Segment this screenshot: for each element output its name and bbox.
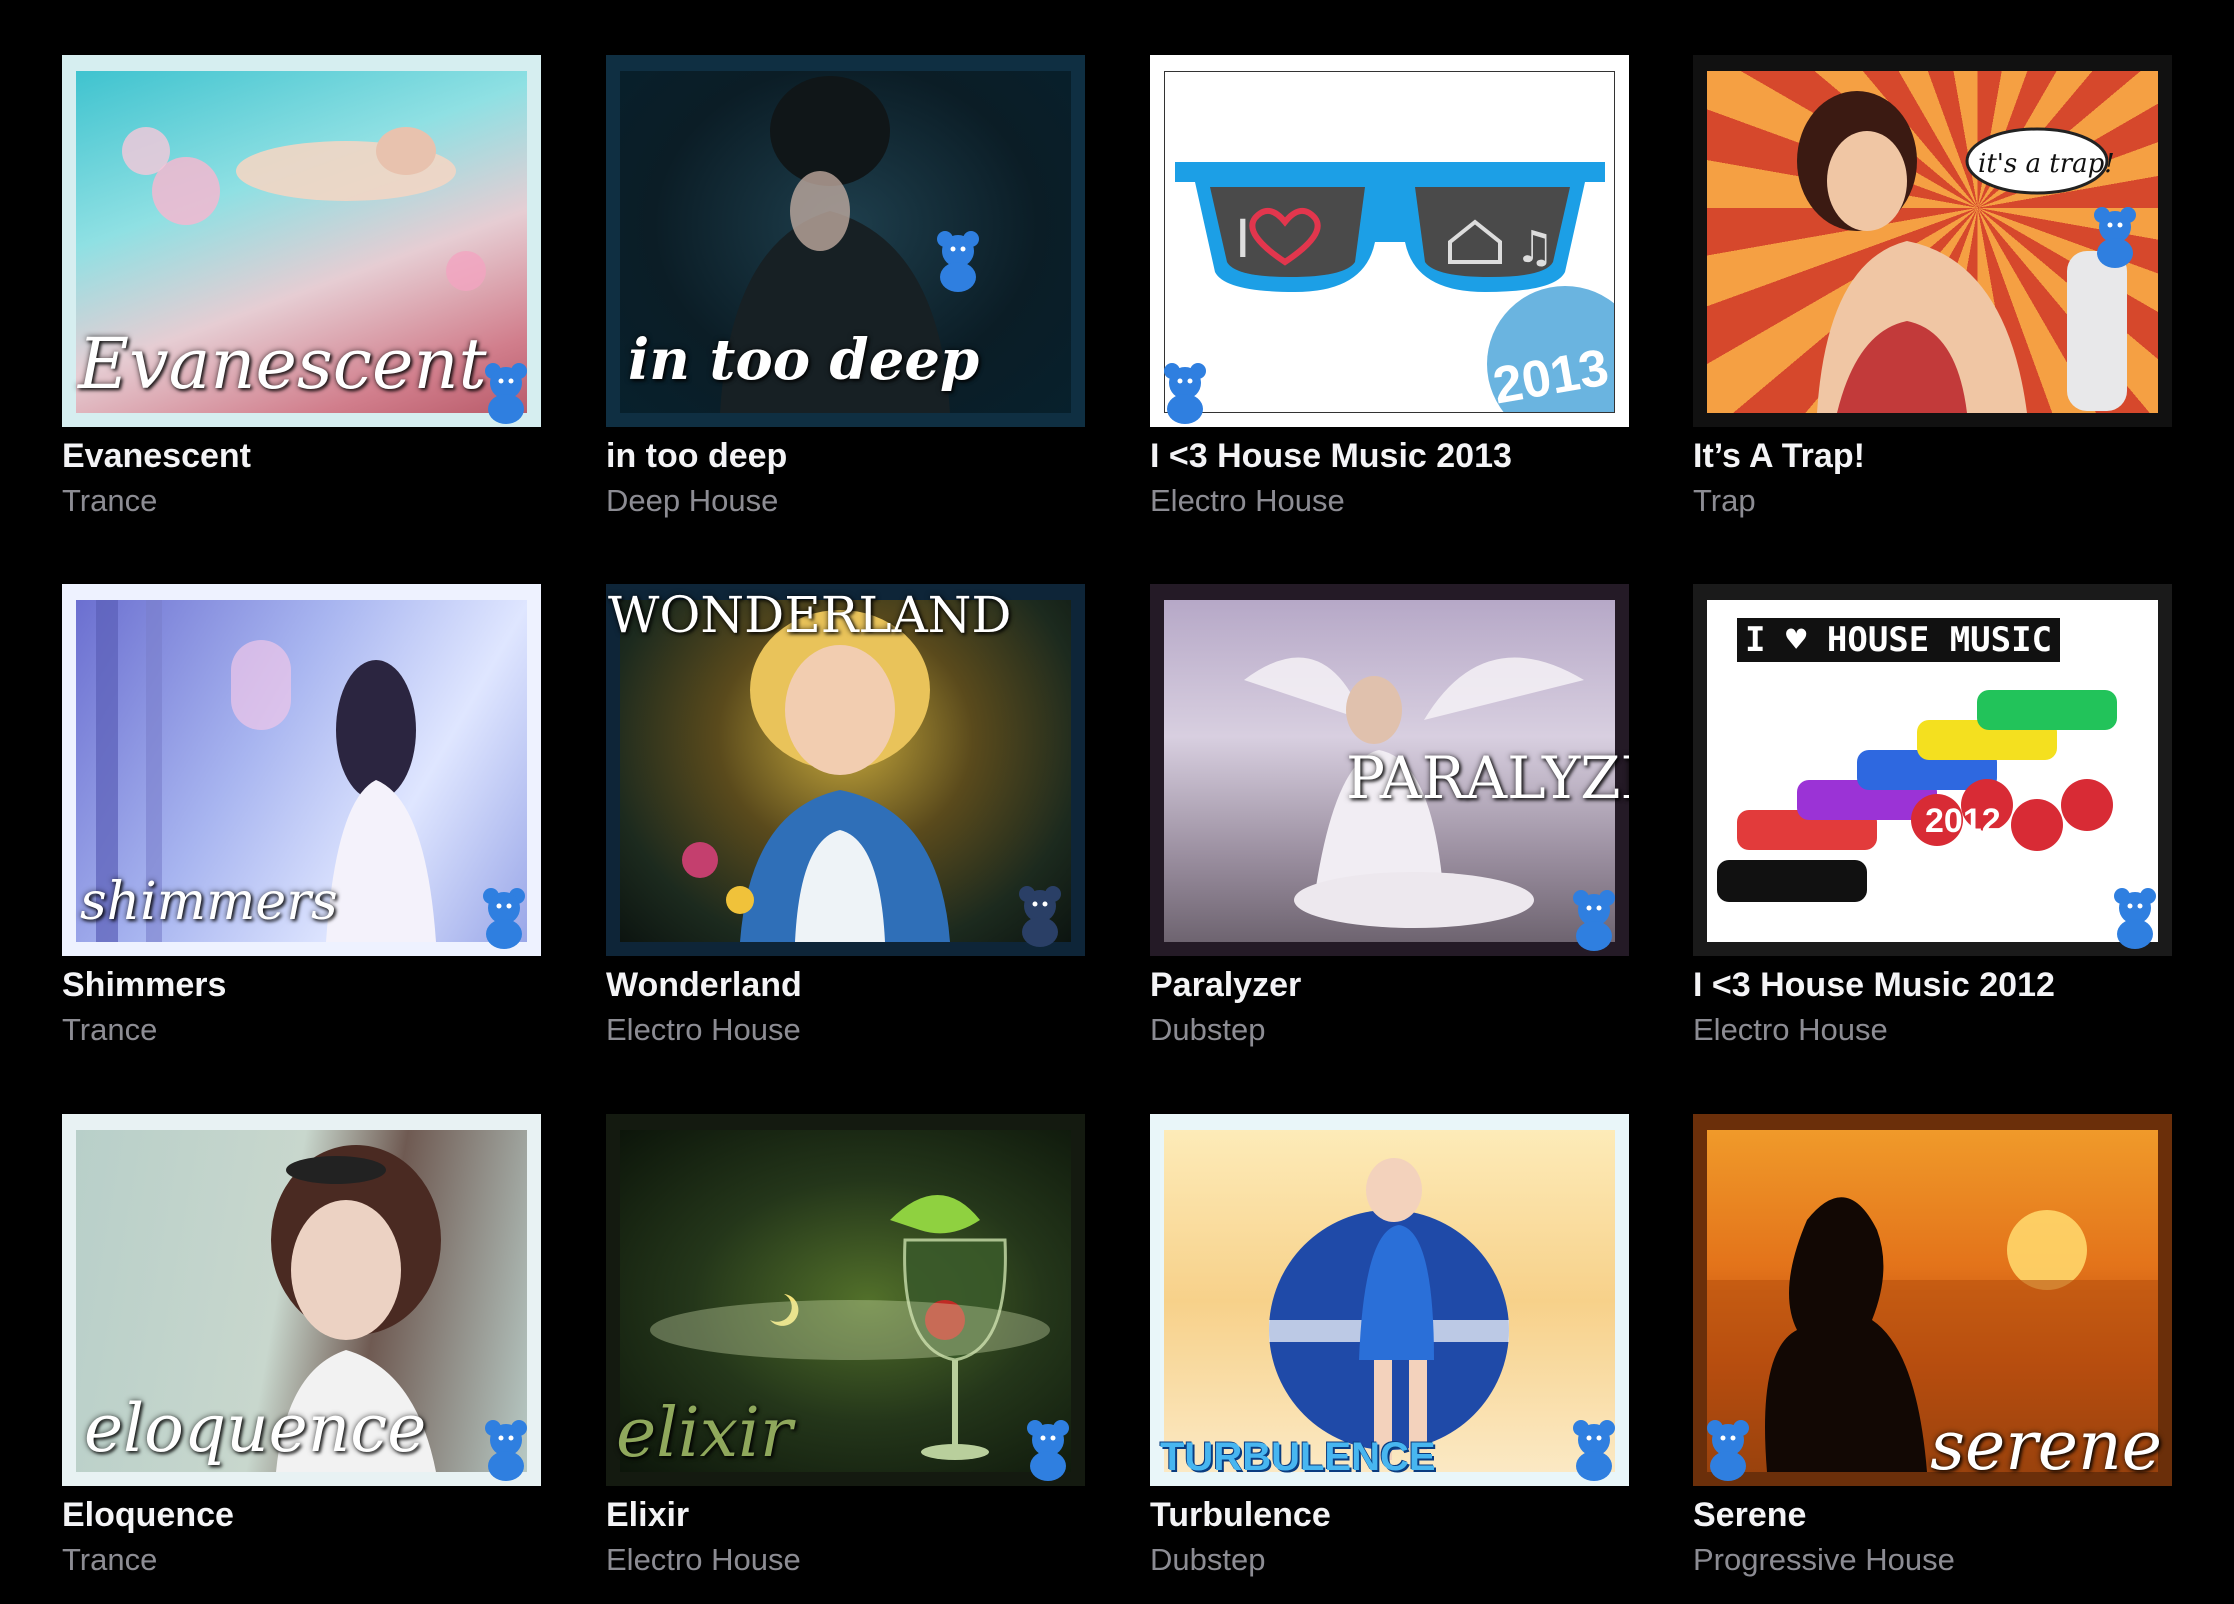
album-title[interactable]: Eloquence xyxy=(62,1494,541,1536)
album-art[interactable]: shimmers xyxy=(62,584,541,956)
album-art[interactable]: serene xyxy=(1693,1114,2172,1486)
album-genre: Electro House xyxy=(606,1012,801,1047)
artwork-scene xyxy=(96,600,436,942)
sunglasses-art: I ♫ xyxy=(1175,162,1614,412)
album-title[interactable]: Wonderland xyxy=(606,964,1085,1006)
sunglasses-stack-art: 2012 xyxy=(1717,690,2117,902)
artwork-scene xyxy=(720,76,950,413)
album-art-image: I ♫ xyxy=(1164,71,1615,413)
album-genre: Deep House xyxy=(606,483,779,518)
album-art[interactable]: it's a trap! xyxy=(1693,55,2172,427)
album-title[interactable]: It’s A Trap! xyxy=(1693,435,2172,477)
album-card-turbulence[interactable]: TURBULENCE Turbulence Dubstep xyxy=(1150,1114,1629,1580)
album-card-house-music-2013[interactable]: I ♫ 2013 I <3 House Music 2013 Electro H… xyxy=(1150,55,1629,521)
blue-teddy-bear-icon xyxy=(2104,886,2166,950)
album-art[interactable]: Evanescent xyxy=(62,55,541,427)
blue-teddy-bear-icon xyxy=(1697,1418,1759,1482)
blue-teddy-bear-icon xyxy=(2084,205,2146,269)
album-art-image xyxy=(76,600,527,942)
album-art[interactable]: WONDERLAND xyxy=(606,584,1085,956)
blue-teddy-bear-icon xyxy=(1009,884,1071,948)
album-art-image xyxy=(76,71,527,413)
album-title[interactable]: Turbulence xyxy=(1150,1494,1629,1536)
album-genre: Trap xyxy=(1693,483,1756,518)
album-card-eloquence[interactable]: eloquence Eloquence Trance xyxy=(62,1114,541,1580)
blue-teddy-bear-icon xyxy=(475,1418,537,1482)
album-genre: Electro House xyxy=(1693,1012,1888,1047)
album-title[interactable]: in too deep xyxy=(606,435,1085,477)
album-art[interactable]: in too deep xyxy=(606,55,1085,427)
art-year-digit: 2012 xyxy=(1925,802,2001,840)
album-card-house-music-2012[interactable]: 2012 I ♥ HOUSE MUSIC I <3 House Music 20… xyxy=(1693,584,2172,1050)
album-genre: Dubstep xyxy=(1150,1542,1266,1577)
album-art[interactable]: eloquence xyxy=(62,1114,541,1486)
artwork-scene xyxy=(271,1145,441,1472)
album-genre: Dubstep xyxy=(1150,1012,1266,1047)
album-art[interactable]: PARALYZER xyxy=(1150,584,1629,956)
album-card-wonderland[interactable]: WONDERLAND Wonderland Electro House xyxy=(606,584,1085,1050)
album-title[interactable]: I <3 House Music 2012 xyxy=(1693,964,2172,1006)
svg-text:♫: ♫ xyxy=(1515,222,1554,273)
album-genre: Trance xyxy=(62,483,158,518)
album-art[interactable]: TURBULENCE xyxy=(1150,1114,1629,1486)
album-title[interactable]: I <3 House Music 2013 xyxy=(1150,435,1629,477)
album-title[interactable]: Serene xyxy=(1693,1494,2172,1536)
blue-teddy-bear-icon xyxy=(1563,888,1625,952)
blue-teddy-bear-icon xyxy=(475,361,537,425)
artwork-scene xyxy=(650,1195,1050,1460)
album-card-evanescent[interactable]: Evanescent Evanescent Trance xyxy=(62,55,541,521)
album-title[interactable]: Elixir xyxy=(606,1494,1085,1536)
album-genre: Electro House xyxy=(606,1542,801,1577)
album-card-in-too-deep[interactable]: in too deep in too deep Deep House xyxy=(606,55,1085,521)
artwork-scene xyxy=(122,127,486,291)
album-title[interactable]: Paralyzer xyxy=(1150,964,1629,1006)
album-art[interactable]: 2012 I ♥ HOUSE MUSIC xyxy=(1693,584,2172,956)
album-grid: Evanescent Evanescent Trance in too deep… xyxy=(0,0,2234,1604)
blue-teddy-bear-icon xyxy=(473,886,535,950)
album-card-its-a-trap[interactable]: it's a trap! It’s A Trap! Trap xyxy=(1693,55,2172,521)
album-genre: Electro House xyxy=(1150,483,1345,518)
blue-teddy-bear-icon xyxy=(1017,1418,1079,1482)
album-genre: Trance xyxy=(62,1542,158,1577)
album-art-image xyxy=(76,1130,527,1472)
blue-teddy-bear-icon xyxy=(1154,361,1216,425)
album-title[interactable]: Shimmers xyxy=(62,964,541,1006)
album-art[interactable]: I ♫ 2013 xyxy=(1150,55,1629,427)
album-art[interactable]: elixir xyxy=(606,1114,1085,1486)
album-card-paralyzer[interactable]: PARALYZER Paralyzer Dubstep xyxy=(1150,584,1629,1050)
artwork-scene xyxy=(1707,1197,2158,1472)
album-card-elixir[interactable]: elixir Elixir Electro House xyxy=(606,1114,1085,1580)
blue-teddy-bear-icon xyxy=(927,229,989,293)
album-art-image xyxy=(1164,600,1615,942)
svg-text:I: I xyxy=(1235,206,1251,269)
album-art-image xyxy=(620,71,1071,413)
album-genre: Trance xyxy=(62,1012,158,1047)
album-card-shimmers[interactable]: shimmers Shimmers Trance xyxy=(62,584,541,1050)
blue-teddy-bear-icon xyxy=(1563,1418,1625,1482)
artwork-scene xyxy=(1244,657,1584,928)
album-card-serene[interactable]: serene Serene Progressive House xyxy=(1693,1114,2172,1580)
album-title[interactable]: Evanescent xyxy=(62,435,541,477)
album-art-image xyxy=(620,600,1071,942)
album-genre: Progressive House xyxy=(1693,1542,1955,1577)
artwork-scene xyxy=(1269,1158,1509,1460)
album-art-image xyxy=(620,1130,1071,1472)
album-art-image: 2012 xyxy=(1707,600,2158,942)
artwork-scene xyxy=(682,610,950,942)
album-art-image xyxy=(1707,1130,2158,1472)
album-art-image xyxy=(1164,1130,1615,1472)
